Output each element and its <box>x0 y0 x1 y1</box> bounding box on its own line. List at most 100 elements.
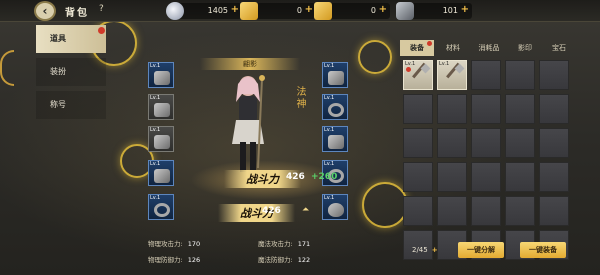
tab-label: 宝石 <box>552 44 566 52</box>
collapse-arrow-icon[interactable] <box>0 50 14 86</box>
equip-slot-shoulder[interactable]: Lv.1 <box>148 160 174 186</box>
inventory-slot-empty[interactable] <box>437 162 467 192</box>
cape-icon <box>154 135 170 149</box>
inventory-slot-empty[interactable] <box>505 60 535 90</box>
tab-materials[interactable]: 材料 <box>436 40 470 56</box>
equip-all-button[interactable]: 一键装备 <box>520 242 566 258</box>
expand-capacity-button[interactable]: + <box>432 246 438 254</box>
sidebar-item-label: 道具 <box>50 34 66 43</box>
combat-power-value: 426 <box>262 206 281 216</box>
inventory-slot-empty[interactable] <box>403 196 433 226</box>
character-model <box>232 75 265 172</box>
inventory-slot-empty[interactable] <box>539 94 569 124</box>
sidebar-item-titles[interactable]: 称号 <box>36 91 106 119</box>
inventory-slot-empty[interactable] <box>471 162 501 192</box>
level-label: Lv.1 <box>150 195 161 201</box>
shield-icon <box>328 203 344 217</box>
level-label: Lv.1 <box>439 61 450 67</box>
bracer-icon <box>328 71 344 85</box>
character-nameplate: 翩影 <box>200 58 300 70</box>
decompose-all-button[interactable]: 一键分解 <box>458 242 504 258</box>
leggings-icon <box>328 135 344 149</box>
tab-consumables[interactable]: 消耗品 <box>472 40 506 56</box>
capacity-value: 2/45 <box>412 246 428 254</box>
ore-icon <box>396 2 414 20</box>
inventory-slot[interactable]: Lv.1 <box>437 60 467 90</box>
inventory-slot-empty[interactable] <box>505 196 535 226</box>
currency-ore: 101 + <box>396 2 472 20</box>
add-currency-button[interactable]: + <box>379 4 387 15</box>
sidebar-item-outfit[interactable]: 装扮 <box>36 58 106 86</box>
equip-slot-necklace[interactable]: Lv.1 <box>148 194 174 220</box>
inventory-slot-empty[interactable] <box>403 128 433 158</box>
tab-prints[interactable]: 影印 <box>508 40 542 56</box>
level-label: Lv.1 <box>324 127 335 133</box>
back-arrow-icon[interactable]: ‹ <box>34 1 56 21</box>
inventory-slot-empty[interactable] <box>505 128 535 158</box>
stat-label: 魔法防御力: <box>258 256 293 264</box>
add-currency-button[interactable]: + <box>231 4 239 15</box>
tab-gems[interactable]: 宝石 <box>542 40 576 56</box>
currency-value: 0 <box>296 6 302 15</box>
equip-slot-leggings[interactable]: Lv.1 <box>322 126 348 152</box>
level-label: Lv.1 <box>324 161 335 167</box>
inventory-slot-empty[interactable] <box>505 94 535 124</box>
add-currency-button[interactable]: + <box>461 4 469 15</box>
help-icon[interactable]: ? <box>99 4 104 14</box>
stat-value: 122 <box>297 256 311 264</box>
inventory-slot-empty[interactable] <box>505 162 535 192</box>
gold-ticket-icon <box>240 2 258 20</box>
inventory-slot-empty[interactable] <box>437 94 467 124</box>
currency-gold-ticket: 0 + <box>240 2 316 20</box>
inventory-slot-empty[interactable] <box>539 196 569 226</box>
equip-slot-bracer[interactable]: Lv.1 <box>322 62 348 88</box>
inventory-slot-empty[interactable] <box>403 94 433 124</box>
level-label: Lv.1 <box>150 161 161 167</box>
inventory-slot-empty[interactable] <box>437 196 467 226</box>
equip-slot-helmet[interactable]: Lv.1 <box>148 62 174 88</box>
inventory-slot[interactable]: Lv.1 <box>403 60 433 90</box>
glow-ring <box>358 40 392 74</box>
notification-badge <box>98 27 105 34</box>
inventory-slot-empty[interactable] <box>539 162 569 192</box>
currency-value: 1405 <box>207 6 228 15</box>
inventory-slot-empty[interactable] <box>403 162 433 192</box>
tab-label: 材料 <box>446 44 460 52</box>
necklace-icon <box>154 203 170 217</box>
sidebar-item-items[interactable]: 道具 <box>36 25 106 53</box>
combat-power-row-total: 战斗力 426 ⏶ <box>190 204 330 222</box>
level-label: Lv.1 <box>324 195 335 201</box>
stat-physical-defense: 物理防御力: 126 <box>148 254 200 264</box>
currency-moon-orb: 1405 + <box>166 2 242 20</box>
inventory-slot-empty[interactable] <box>471 128 501 158</box>
level-label: Lv.1 <box>324 95 335 101</box>
spear-tip <box>420 63 431 74</box>
combat-power-gain: +260 <box>311 172 338 182</box>
inventory-slot-empty[interactable] <box>437 128 467 158</box>
inventory-slot-empty[interactable] <box>539 128 569 158</box>
inventory-slot-empty[interactable] <box>471 60 501 90</box>
inventory-slot-empty[interactable] <box>471 94 501 124</box>
combat-power-value: 426 <box>286 172 305 182</box>
inventory-slot-empty[interactable] <box>539 60 569 90</box>
stat-label: 物理攻击力: <box>148 240 183 248</box>
stat-value: 170 <box>187 240 201 248</box>
tab-equipment[interactable]: 装备 <box>400 40 434 56</box>
currency-value: 101 <box>442 6 458 15</box>
equip-slot-belt[interactable]: Lv.1 <box>322 94 348 120</box>
top-bar: ‹ 背包 ? 1405 + 0 + 0 + 101 + <box>0 0 600 22</box>
inventory-slot-empty[interactable] <box>403 230 433 260</box>
level-label: Lv.1 <box>324 63 335 69</box>
add-currency-button[interactable]: + <box>305 4 313 15</box>
tab-label: 装备 <box>410 44 424 52</box>
stat-magic-defense: 魔法防御力: 122 <box>258 254 310 264</box>
level-label: Lv.1 <box>150 127 161 133</box>
sidebar-item-label: 称号 <box>50 100 66 109</box>
level-label: Lv.1 <box>405 61 416 67</box>
equip-slot-cape[interactable]: Lv.1 <box>148 126 174 152</box>
notification-badge <box>427 41 432 46</box>
inventory-slot-empty[interactable] <box>471 196 501 226</box>
combat-power-label: 战斗力 <box>218 204 295 222</box>
equip-slot-chest[interactable]: Lv.1 <box>148 94 174 120</box>
helmet-icon <box>154 71 170 85</box>
